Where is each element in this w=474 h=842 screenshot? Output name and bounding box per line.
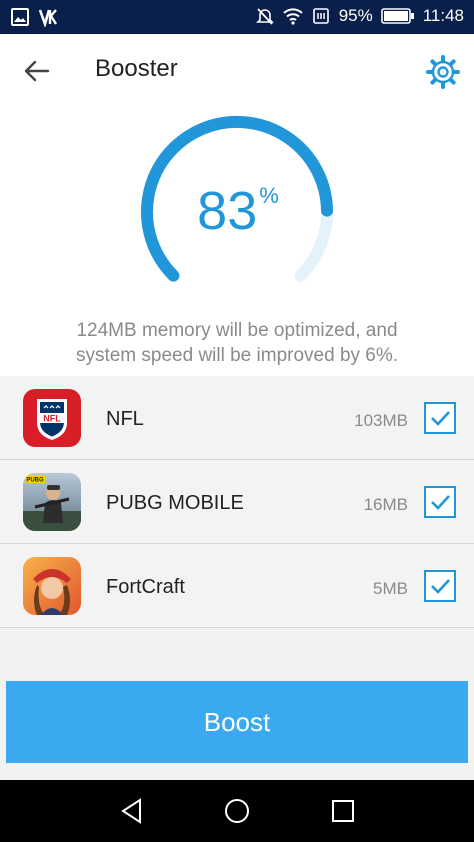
mute-icon bbox=[255, 8, 274, 25]
app-header: Booster bbox=[0, 34, 474, 108]
system-nav-bar bbox=[0, 780, 474, 842]
vpn-icon bbox=[38, 9, 58, 27]
back-triangle-icon[interactable] bbox=[118, 797, 146, 825]
percent-sign: % bbox=[259, 183, 279, 208]
app-size: 16MB bbox=[363, 495, 408, 514]
app-list: NFL NFL 103MB PUBG PUBG MOBILE 16MB Fort… bbox=[0, 376, 474, 628]
checkmark-icon bbox=[431, 411, 450, 426]
app-name: FortCraft bbox=[106, 576, 185, 598]
message-line-1: 124MB memory will be optimized, and bbox=[76, 320, 398, 341]
card-icon bbox=[312, 8, 329, 24]
list-item[interactable]: NFL NFL 103MB bbox=[0, 376, 474, 460]
page-title: Booster bbox=[95, 55, 178, 82]
message-line-2: system speed will be improved by 6%. bbox=[75, 345, 399, 366]
checkmark-icon bbox=[431, 579, 450, 594]
status-bar: 95% 11:48 bbox=[0, 0, 474, 34]
app-checkbox[interactable] bbox=[424, 402, 456, 434]
checkmark-icon bbox=[431, 495, 450, 510]
clock: 11:48 bbox=[422, 6, 464, 25]
percent-value: 83 bbox=[197, 181, 258, 241]
nfl-logo-text: NFL bbox=[43, 414, 61, 424]
gauge-percentage: 83% bbox=[0, 180, 474, 242]
app-size: 103MB bbox=[354, 411, 408, 430]
status-left bbox=[10, 7, 58, 27]
gear-icon[interactable] bbox=[425, 54, 461, 90]
booster-summary-card: Booster 83% 124MB memory will be optimiz… bbox=[0, 34, 474, 376]
status-right: 95% 11:48 bbox=[255, 6, 464, 26]
battery-icon bbox=[380, 8, 414, 24]
fortcraft-icon bbox=[23, 557, 81, 615]
pubg-icon: PUBG bbox=[23, 473, 81, 531]
app-checkbox[interactable] bbox=[424, 486, 456, 518]
list-item[interactable]: FortCraft 5MB bbox=[0, 544, 474, 628]
pubg-logo-text: PUBG bbox=[26, 478, 44, 484]
back-arrow-icon[interactable] bbox=[22, 56, 52, 86]
recents-square-icon[interactable] bbox=[329, 797, 357, 825]
image-icon bbox=[11, 8, 29, 26]
app-checkbox[interactable] bbox=[424, 570, 456, 602]
optimization-message: 124MB memory will be optimized, and syst… bbox=[30, 318, 444, 368]
app-name: NFL bbox=[106, 408, 144, 430]
app-name: PUBG MOBILE bbox=[106, 492, 244, 514]
wifi-icon bbox=[282, 8, 303, 25]
boost-button[interactable]: Boost bbox=[6, 681, 468, 763]
nfl-icon: NFL bbox=[23, 389, 81, 447]
home-circle-icon[interactable] bbox=[223, 797, 251, 825]
app-size: 5MB bbox=[373, 579, 408, 598]
list-item[interactable]: PUBG PUBG MOBILE 16MB bbox=[0, 460, 474, 544]
battery-percent: 95% bbox=[338, 6, 373, 25]
